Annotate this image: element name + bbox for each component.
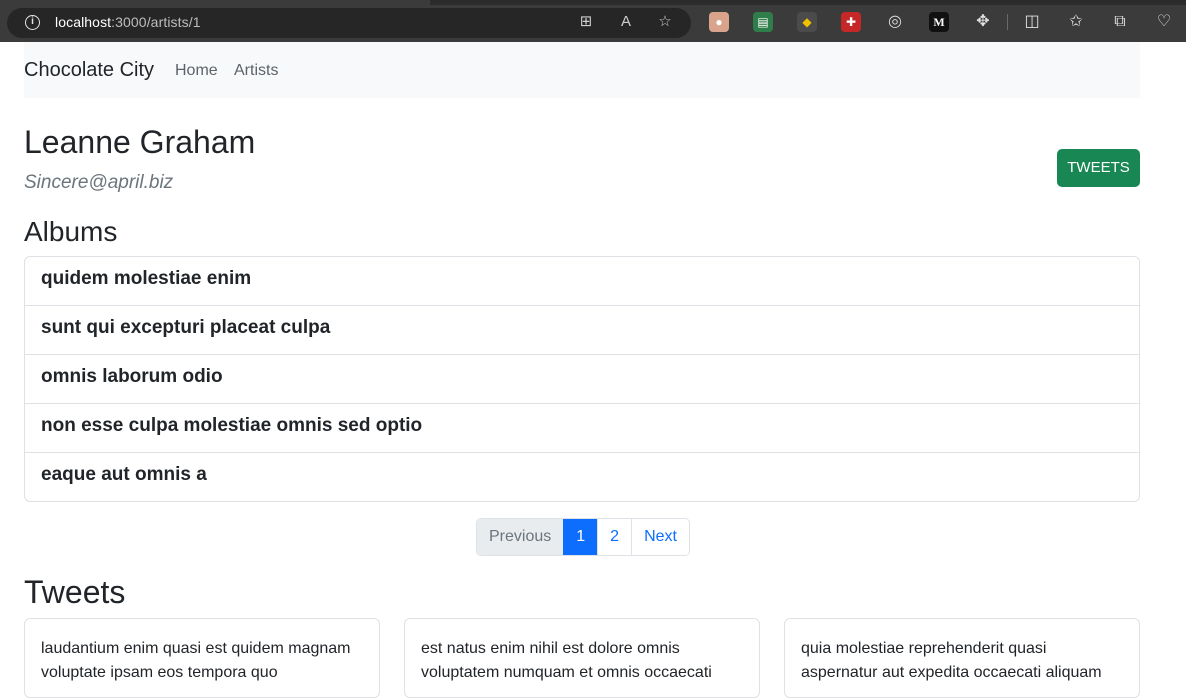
url-host: localhost (55, 14, 112, 30)
navbar-brand[interactable]: Chocolate City (24, 59, 154, 82)
browser-essentials-icon[interactable]: ♡ (1154, 12, 1174, 32)
albums-pagination: Previous 1 2 Next (476, 518, 690, 556)
read-aloud-icon[interactable]: A (617, 13, 635, 31)
pagination-page-2[interactable]: 2 (597, 519, 632, 555)
tweet-text: quia molestiae reprehenderit quasi asper… (801, 640, 1102, 681)
album-item[interactable]: omnis laborum odio (25, 355, 1139, 404)
site-info-icon[interactable]: i (25, 15, 40, 30)
tweet-text: laudantium enim quasi est quidem magnam … (41, 640, 351, 681)
extensions-icon[interactable]: ✥ (973, 12, 993, 32)
tweet-card: quia molestiae reprehenderit quasi asper… (784, 618, 1140, 698)
collections-icon[interactable]: ⧉ (1110, 12, 1130, 32)
albums-heading: Albums (24, 216, 118, 247)
app-available-icon[interactable]: ⊞ (577, 13, 595, 31)
navbar: Chocolate City Home Artists (24, 42, 1140, 98)
ext-sheet-icon[interactable]: ▤ (753, 12, 773, 32)
artist-name: Leanne Graham (24, 124, 256, 160)
nav-link-artists[interactable]: Artists (234, 62, 278, 80)
split-screen-icon[interactable]: ◫ (1022, 12, 1042, 32)
url-text[interactable]: localhost:3000/artists/1 (55, 14, 201, 30)
ext-medium-icon[interactable]: M (929, 12, 949, 32)
nav-link-home[interactable]: Home (175, 62, 218, 80)
browser-toolbar: i localhost:3000/artists/1 ⊞ A ☆ ● ▤ ◆ ✚… (0, 0, 1186, 42)
favorites-icon[interactable]: ✩ (1066, 12, 1086, 32)
ext-target-icon[interactable]: ◎ (885, 12, 905, 32)
toolbar-divider (1007, 14, 1008, 30)
pagination-next[interactable]: Next (631, 519, 689, 555)
album-item[interactable]: sunt qui excepturi placeat culpa (25, 306, 1139, 355)
tweets-button[interactable]: TWEETS (1057, 149, 1140, 187)
ext-owl-icon[interactable]: ● (709, 12, 729, 32)
pagination-page-1[interactable]: 1 (563, 519, 598, 555)
tweet-text: est natus enim nihil est dolore omnis vo… (421, 640, 712, 681)
album-item[interactable]: eaque aut omnis a (25, 453, 1139, 501)
ext-colors-icon[interactable]: ◆ (797, 12, 817, 32)
album-item[interactable]: non esse culpa molestiae omnis sed optio (25, 404, 1139, 453)
pagination-previous[interactable]: Previous (477, 519, 564, 555)
active-tab-edge (0, 0, 430, 5)
ext-puzzle-red-icon[interactable]: ✚ (841, 12, 861, 32)
tweets-heading: Tweets (24, 574, 126, 610)
favorite-star-icon[interactable]: ☆ (656, 13, 674, 31)
album-item[interactable]: quidem molestiae enim (25, 257, 1139, 306)
url-path: :3000/artists/1 (111, 14, 201, 30)
tweet-card: laudantium enim quasi est quidem magnam … (24, 618, 380, 698)
tweet-card: est natus enim nihil est dolore omnis vo… (404, 618, 760, 698)
artist-email: Sincere@april.biz (24, 172, 174, 193)
album-list: quidem molestiae enim sunt qui excepturi… (24, 256, 1140, 502)
